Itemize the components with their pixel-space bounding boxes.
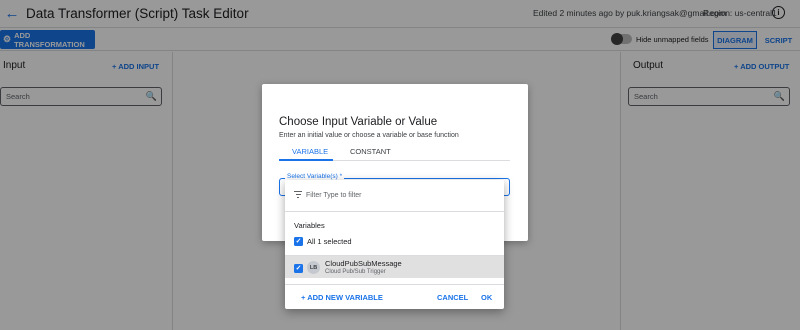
dialog-tabs: VARIABLE CONSTANT (279, 144, 510, 161)
list-item[interactable]: ✓ LB CloudPubSubMessage Cloud Pub/Sub Tr… (285, 255, 504, 278)
dialog-title: Choose Input Variable or Value (279, 116, 438, 128)
variable-dropdown: Filter Type to filter Variables ✓ All 1 … (285, 180, 504, 309)
add-new-variable-button[interactable]: + ADD NEW VARIABLE (301, 293, 383, 302)
item-description: Cloud Pub/Sub Trigger (325, 269, 386, 275)
filter-input[interactable]: Filter Type to filter (306, 192, 362, 199)
add-new-variable-label: ADD NEW VARIABLE (307, 293, 383, 302)
select-all-label: All 1 selected (307, 237, 352, 246)
dialog-subtitle: Enter an initial value or choose a varia… (279, 132, 459, 139)
ok-button[interactable]: OK (481, 293, 492, 302)
tab-variable[interactable]: VARIABLE (292, 147, 328, 156)
item-name: CloudPubSubMessage (325, 259, 402, 268)
avatar: LB (307, 261, 320, 274)
filter-icon (294, 191, 302, 200)
variables-group-label: Variables (294, 221, 325, 230)
select-all-checkbox[interactable]: ✓ (294, 237, 303, 246)
item-checkbox[interactable]: ✓ (294, 264, 303, 273)
active-tab-indicator (279, 159, 333, 161)
cancel-button[interactable]: CANCEL (437, 293, 468, 302)
filter-row[interactable]: Filter Type to filter (285, 180, 504, 212)
tab-constant[interactable]: CONSTANT (350, 147, 391, 156)
dropdown-footer: + ADD NEW VARIABLE CANCEL OK (285, 284, 504, 309)
select-variable-label: Select Variable(s) * (285, 173, 345, 180)
